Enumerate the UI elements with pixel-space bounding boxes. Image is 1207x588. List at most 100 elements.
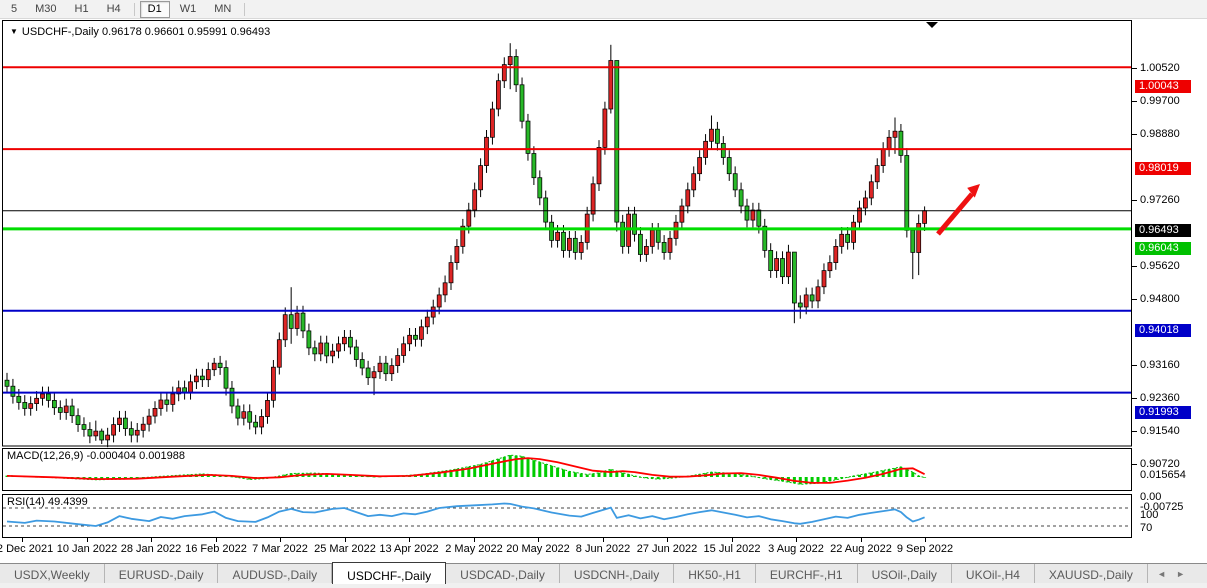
date-tick-mark: [22, 538, 23, 542]
date-label: 22 Dec 2021: [0, 543, 53, 555]
candle: [41, 387, 45, 406]
trend-arrow-object[interactable]: [938, 184, 980, 234]
candle: [35, 391, 39, 411]
candle: [508, 43, 512, 89]
tab-usoil-daily[interactable]: USOil-,Daily: [858, 564, 952, 584]
candle: [366, 361, 370, 385]
candle: [271, 360, 275, 408]
timeframe-button-mn[interactable]: MN: [206, 1, 239, 18]
candle: [455, 239, 459, 270]
candle: [496, 74, 500, 117]
toolbar-separator: [134, 3, 135, 16]
candle: [810, 288, 814, 309]
date-label: 16 Feb 2022: [185, 543, 247, 555]
candle: [384, 356, 388, 381]
timeframe-button-h4[interactable]: H4: [99, 1, 129, 18]
date-label: 13 Apr 2022: [379, 543, 438, 555]
candle: [763, 219, 767, 258]
candle: [786, 245, 790, 284]
timeframe-button-w1[interactable]: W1: [172, 1, 205, 18]
tab-usdcad-daily[interactable]: USDCAD-,Daily: [446, 564, 560, 584]
candle: [615, 61, 619, 232]
candle: [573, 231, 577, 260]
candle: [828, 255, 832, 278]
candle: [153, 401, 157, 423]
candle: [94, 421, 98, 441]
candle: [544, 191, 548, 230]
tab-eurchf-h1[interactable]: EURCHF-,H1: [756, 564, 858, 584]
candle: [200, 369, 204, 387]
tab-hk50-h1[interactable]: HK50-,H1: [674, 564, 756, 584]
tab-scroll-right-icon[interactable]: ►: [1176, 569, 1185, 579]
candle: [218, 356, 222, 375]
symbol-dropdown-icon[interactable]: ▼: [10, 27, 18, 36]
tab-usdchf-daily[interactable]: USDCHF-,Daily: [332, 562, 446, 584]
candle: [449, 255, 453, 290]
price-badge-0.96043: 0.96043: [1135, 242, 1191, 255]
timeframe-button-5[interactable]: 5: [3, 1, 25, 18]
date-tick-mark: [216, 538, 217, 542]
date-label: 8 Jun 2022: [576, 543, 630, 555]
tab-usdcnh-daily[interactable]: USDCNH-,Daily: [560, 564, 674, 584]
price-tick-label: 0.91540: [1140, 425, 1180, 437]
candle: [443, 276, 447, 303]
candle: [745, 199, 749, 228]
candle: [502, 57, 506, 88]
price-badge-0.94018: 0.94018: [1135, 324, 1191, 337]
price-tick-label: 0.98880: [1140, 128, 1180, 140]
price-tick-mark: [1132, 299, 1137, 300]
candle: [603, 102, 607, 155]
candle: [414, 328, 418, 347]
chart-title: ▼USDCHF-,Daily 0.96178 0.96601 0.95991 0…: [10, 26, 270, 38]
candle: [390, 358, 394, 381]
candle: [473, 183, 477, 218]
candle: [911, 230, 915, 279]
tab-eurusd-daily[interactable]: EURUSD-,Daily: [105, 564, 219, 584]
rsi-axis-label: 100: [1140, 509, 1158, 521]
candle: [106, 428, 110, 447]
candle: [485, 130, 489, 173]
date-label: 10 Jan 2022: [57, 543, 118, 555]
candle: [266, 393, 270, 424]
date-tick-mark: [925, 538, 926, 542]
candle: [816, 280, 820, 309]
date-tick-mark: [603, 538, 604, 542]
candle: [58, 400, 62, 419]
candle: [224, 360, 228, 395]
candle: [419, 320, 423, 347]
candle: [633, 207, 637, 242]
candle: [751, 203, 755, 228]
price-tick-label: 0.99700: [1140, 95, 1180, 107]
date-label: 22 Aug 2022: [830, 543, 892, 555]
price-tick-mark: [1132, 101, 1137, 102]
timeframe-button-d1[interactable]: D1: [140, 1, 170, 18]
candle: [638, 227, 642, 262]
date-tick-mark: [280, 538, 281, 542]
price-tick-label: 0.95620: [1140, 260, 1180, 272]
candle: [331, 344, 335, 363]
candle: [171, 387, 175, 412]
price-axis[interactable]: 1.005200.997000.988800.972600.956200.948…: [1132, 20, 1207, 563]
date-label: 9 Sep 2022: [897, 543, 953, 555]
candle: [372, 366, 376, 395]
candle: [289, 287, 293, 344]
timeframe-button-h1[interactable]: H1: [67, 1, 97, 18]
date-axis[interactable]: 22 Dec 202110 Jan 202228 Jan 202216 Feb …: [0, 538, 1207, 563]
candle: [425, 310, 429, 334]
tab-audusd-daily[interactable]: AUDUSD-,Daily: [218, 564, 332, 584]
candle: [183, 381, 187, 400]
tab-scroll-left-icon[interactable]: ◄: [1157, 569, 1166, 579]
tab-scroll-controls: ◄►: [1157, 564, 1207, 584]
candle: [461, 219, 465, 254]
candle: [532, 146, 536, 185]
price-tick-mark: [1132, 464, 1137, 465]
rsi-panel: [3, 504, 1131, 527]
price-badge-1.00043: 1.00043: [1135, 80, 1191, 93]
tab-ukoil-h4[interactable]: UKOil-,H4: [952, 564, 1035, 584]
candle: [147, 409, 151, 432]
candle: [194, 369, 198, 389]
tab-usdx-weekly[interactable]: USDX,Weekly: [0, 564, 105, 584]
timeframe-button-m30[interactable]: M30: [27, 1, 64, 18]
tab-xauusd-daily[interactable]: XAUUSD-,Daily: [1035, 564, 1148, 584]
candle: [325, 336, 329, 364]
